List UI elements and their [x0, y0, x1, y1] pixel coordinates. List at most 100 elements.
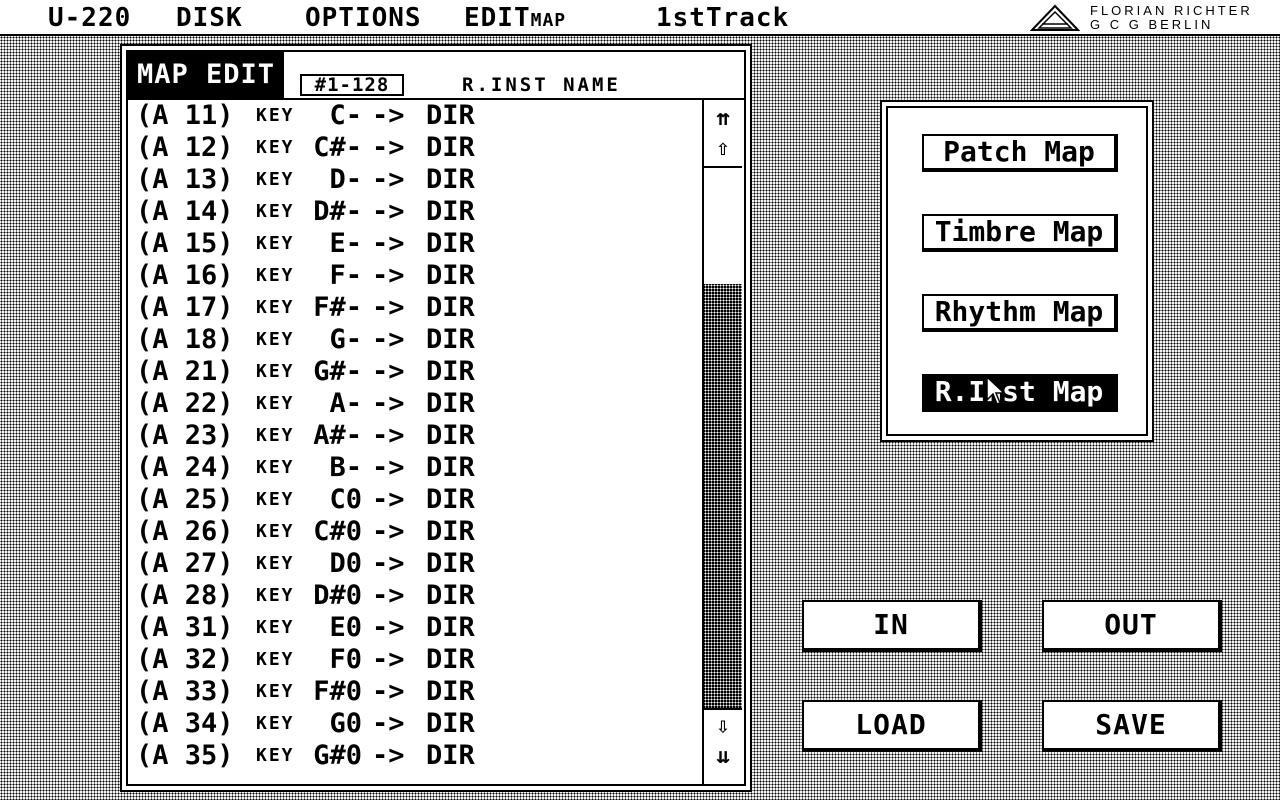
row-note: E- — [329, 228, 362, 259]
list-row[interactable]: (A 35) KEY G#0 -> DIR — [128, 740, 700, 772]
range-indicator[interactable]: #1-128 — [300, 74, 404, 96]
row-note: E0 — [329, 612, 362, 643]
row-note: A- — [329, 388, 362, 419]
timbre-map-button[interactable]: Timbre Map — [922, 214, 1118, 252]
scrollbar[interactable]: ⇈ ⇧ ⇩ ⇊ — [702, 100, 742, 784]
menu-disk[interactable]: DISK — [176, 2, 243, 34]
list-row[interactable]: (A 12) KEY C#- -> DIR — [128, 132, 700, 164]
list-row[interactable]: (A 21) KEY G#- -> DIR — [128, 356, 700, 388]
row-arrow: -> — [372, 132, 405, 163]
row-key-label: KEY — [256, 745, 295, 766]
list-row[interactable]: (A 13) KEY D- -> DIR — [128, 164, 700, 196]
row-key-label: KEY — [256, 265, 295, 286]
out-button[interactable]: OUT — [1042, 600, 1222, 652]
row-destination: DIR — [426, 612, 475, 643]
down-arrow-icon[interactable]: ⇩ — [704, 712, 742, 742]
row-id: (A 18) — [136, 324, 234, 355]
list-row[interactable]: (A 14) KEY D#- -> DIR — [128, 196, 700, 228]
row-destination: DIR — [426, 356, 475, 387]
row-arrow: -> — [372, 676, 405, 707]
menu-edit-sub: MAP — [530, 10, 567, 31]
list-row[interactable]: (A 34) KEY G0 -> DIR — [128, 708, 700, 740]
row-arrow: -> — [372, 484, 405, 515]
scrollbar-thumb[interactable] — [704, 284, 742, 708]
row-arrow: -> — [372, 420, 405, 451]
list-row[interactable]: (A 18) KEY G- -> DIR — [128, 324, 700, 356]
map-list[interactable]: (A 11) KEY C- -> DIR (A 12) KEY C#- -> DIR (A 13) K… — [128, 100, 700, 784]
list-row[interactable]: (A 27) KEY D0 -> DIR — [128, 548, 700, 580]
scrollbar-track[interactable] — [704, 166, 742, 710]
triangle-logo-icon — [1030, 4, 1080, 31]
list-row[interactable]: (A 25) KEY C0 -> DIR — [128, 484, 700, 516]
row-destination: DIR — [426, 644, 475, 675]
row-destination: DIR — [426, 100, 475, 131]
list-row[interactable]: (A 16) KEY F- -> DIR — [128, 260, 700, 292]
row-key-label: KEY — [256, 457, 295, 478]
list-row[interactable]: (A 15) KEY E- -> DIR — [128, 228, 700, 260]
row-id: (A 33) — [136, 676, 234, 707]
save-button[interactable]: SAVE — [1042, 700, 1222, 752]
double-up-arrow-icon[interactable]: ⇈ — [704, 104, 742, 134]
window-title: MAP EDIT — [128, 52, 284, 98]
row-note: C0 — [329, 484, 362, 515]
list-row[interactable]: (A 33) KEY F#0 -> DIR — [128, 676, 700, 708]
row-arrow: -> — [372, 356, 405, 387]
row-key-label: KEY — [256, 297, 295, 318]
row-arrow: -> — [372, 324, 405, 355]
row-destination: DIR — [426, 740, 475, 771]
list-row[interactable]: (A 23) KEY A#- -> DIR — [128, 420, 700, 452]
row-note: F#0 — [313, 676, 362, 707]
patch-map-button[interactable]: Patch Map — [922, 134, 1118, 172]
row-id: (A 27) — [136, 548, 234, 579]
rinst-map-button[interactable]: R.Inst Map — [922, 374, 1118, 412]
row-key-label: KEY — [256, 361, 295, 382]
menu-u220[interactable]: U-220 — [48, 2, 131, 34]
list-row[interactable]: (A 31) KEY E0 -> DIR — [128, 612, 700, 644]
row-key-label: KEY — [256, 617, 295, 638]
row-key-label: KEY — [256, 137, 295, 158]
row-note: B- — [329, 452, 362, 483]
row-id: (A 26) — [136, 516, 234, 547]
row-id: (A 15) — [136, 228, 234, 259]
list-row[interactable]: (A 24) KEY B- -> DIR — [128, 452, 700, 484]
list-row[interactable]: (A 11) KEY C- -> DIR — [128, 100, 700, 132]
column-header-name: R.INST NAME — [462, 74, 621, 96]
row-note: D#- — [313, 196, 362, 227]
row-destination: DIR — [426, 132, 475, 163]
map-edit-frame: MAP EDIT #1-128 R.INST NAME (A 11) KEY C- -… — [126, 50, 746, 786]
row-destination: DIR — [426, 516, 475, 547]
row-key-label: KEY — [256, 169, 295, 190]
title-bar: MAP EDIT #1-128 R.INST NAME — [128, 52, 744, 100]
row-key-label: KEY — [256, 489, 295, 510]
row-key-label: KEY — [256, 329, 295, 350]
up-arrow-icon[interactable]: ⇧ — [704, 134, 742, 164]
load-button[interactable]: LOAD — [802, 700, 982, 752]
row-arrow: -> — [372, 452, 405, 483]
row-destination: DIR — [426, 388, 475, 419]
row-destination: DIR — [426, 324, 475, 355]
list-row[interactable]: (A 26) KEY C#0 -> DIR — [128, 516, 700, 548]
row-id: (A 28) — [136, 580, 234, 611]
row-id: (A 12) — [136, 132, 234, 163]
menu-options[interactable]: OPTIONS — [305, 2, 422, 34]
row-note: G0 — [329, 708, 362, 739]
menu-edit[interactable]: EDITMAP — [464, 2, 566, 37]
row-destination: DIR — [426, 548, 475, 579]
double-down-arrow-icon[interactable]: ⇊ — [704, 742, 742, 772]
list-row[interactable]: (A 28) KEY D#0 -> DIR — [128, 580, 700, 612]
list-row[interactable]: (A 22) KEY A- -> DIR — [128, 388, 700, 420]
row-key-label: KEY — [256, 425, 295, 446]
row-destination: DIR — [426, 484, 475, 515]
row-key-label: KEY — [256, 681, 295, 702]
row-note: F- — [329, 260, 362, 291]
list-row[interactable]: (A 17) KEY F#- -> DIR — [128, 292, 700, 324]
in-button[interactable]: IN — [802, 600, 982, 652]
logo-text: FLORIAN RICHTER G C G BERLIN — [1090, 4, 1253, 32]
menu-1sttrack[interactable]: 1stTrack — [656, 2, 789, 34]
row-arrow: -> — [372, 740, 405, 771]
row-destination: DIR — [426, 708, 475, 739]
list-row[interactable]: (A 32) KEY F0 -> DIR — [128, 644, 700, 676]
row-destination: DIR — [426, 164, 475, 195]
row-note: F0 — [329, 644, 362, 675]
rhythm-map-button[interactable]: Rhythm Map — [922, 294, 1118, 332]
